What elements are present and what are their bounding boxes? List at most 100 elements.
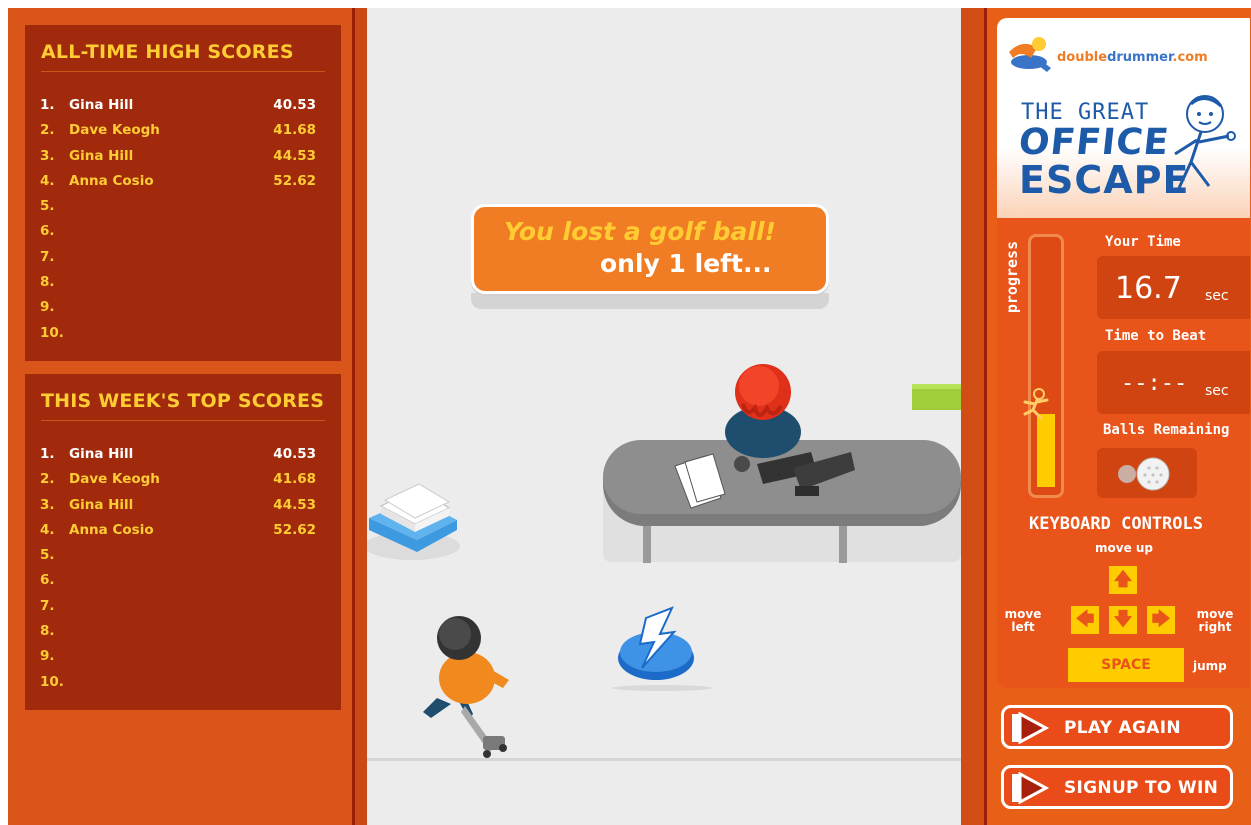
score-name: Gina Hill — [69, 446, 134, 462]
office-desk-icon — [603, 364, 961, 563]
time-to-beat-label: Time to Beat — [1105, 328, 1207, 344]
score-row: 5. — [40, 543, 316, 568]
weekly-title: THIS WEEK'S TOP SCORES — [41, 390, 325, 421]
score-row: 10. — [40, 321, 316, 346]
score-time: 44.53 — [273, 496, 316, 513]
score-row: 9. — [40, 644, 316, 669]
score-row: 7. — [40, 245, 316, 270]
score-rank: 5. — [40, 547, 55, 564]
score-name: Dave Keogh — [69, 122, 160, 139]
golf-balls-icon — [1118, 457, 1170, 491]
score-time: 41.68 — [273, 471, 316, 488]
runner-marker-icon — [1023, 388, 1049, 420]
signup-label: SIGNUP TO WIN — [1064, 778, 1219, 798]
score-name: Gina Hill — [69, 147, 134, 164]
game-logo: doubledrummer.com THE GREAT OFFICE ESCAP… — [997, 18, 1250, 218]
progress-label: progress — [1003, 240, 1021, 314]
score-row: 5. — [40, 194, 316, 219]
score-rank: 2. — [40, 471, 55, 488]
lightning-powerup-icon — [612, 606, 712, 691]
score-name: Gina Hill — [69, 496, 134, 513]
play-again-button[interactable]: PLAY AGAIN — [1001, 705, 1233, 749]
score-time: 40.53 — [273, 97, 316, 113]
floor-line — [367, 758, 961, 761]
score-row: 9. — [40, 295, 316, 320]
time-to-beat-value: --:-- — [1121, 371, 1188, 396]
score-name: Gina Hill — [69, 97, 134, 113]
play-arrow-icon — [1012, 712, 1050, 744]
move-up-label: move up — [1095, 541, 1154, 555]
message-shadow — [471, 293, 829, 309]
score-name: Anna Cosio — [69, 521, 154, 538]
move-right-label: move right — [1196, 607, 1234, 634]
score-row: 6. — [40, 219, 316, 244]
score-time: 44.53 — [273, 147, 316, 164]
message-headline: You lost a golf ball! — [504, 217, 776, 246]
player-character-icon[interactable] — [417, 608, 527, 758]
alltime-scores-box: ALL-TIME HIGH SCORES 1. Gina Hill 40.53 2. D… — [25, 25, 341, 361]
your-time-unit: sec — [1205, 288, 1229, 304]
up-arrow-key: 🡅 — [1109, 566, 1137, 594]
score-rank: 5. — [40, 198, 55, 215]
score-row: 3. Gina Hill 44.53 — [40, 493, 316, 518]
signup-button[interactable]: SIGNUP TO WIN — [1001, 765, 1233, 809]
score-rank: 10. — [40, 673, 64, 690]
score-rank: 8. — [40, 274, 55, 291]
lost-ball-message: You lost a golf ball! only 1 left... — [471, 204, 829, 294]
score-row: 1. Gina Hill 40.53 — [40, 442, 316, 467]
score-row: 2. Dave Keogh 41.68 — [40, 467, 316, 492]
space-key: SPACE — [1068, 648, 1184, 682]
score-row: 8. — [40, 619, 316, 644]
score-rank: 9. — [40, 299, 55, 316]
time-to-beat-unit: sec — [1205, 383, 1229, 399]
your-time-box: 16.7 sec — [1097, 256, 1250, 319]
title-line3: ESCAPE — [1019, 158, 1190, 202]
balls-remaining-label: Balls Remaining — [1103, 422, 1230, 438]
progress-fill — [1037, 414, 1055, 487]
score-row: 10. — [40, 670, 316, 695]
score-time: 41.68 — [273, 122, 316, 139]
paper-tray-icon — [367, 483, 460, 560]
left-divider — [352, 8, 367, 825]
score-rank: 7. — [40, 597, 55, 614]
score-rank: 10. — [40, 324, 64, 341]
sidebar-panel: doubledrummer.com THE GREAT OFFICE ESCAP… — [987, 8, 1251, 825]
stats-panel: progress Your Time 16.7 sec Time to Beat… — [997, 218, 1250, 688]
score-name: Anna Cosio — [69, 172, 154, 189]
score-rank: 6. — [40, 572, 55, 589]
score-rank: 2. — [40, 122, 55, 139]
score-row: 1. Gina Hill 40.53 — [40, 93, 316, 118]
score-row: 8. — [40, 270, 316, 295]
right-divider — [961, 8, 987, 825]
weekly-score-list: 1. Gina Hill 40.53 2. Dave Keogh 41.68 3. Gina … — [40, 442, 316, 695]
stickman-mascot-icon — [1174, 95, 1236, 189]
score-row: 4. Anna Cosio 52.62 — [40, 518, 316, 543]
weekly-scores-box: THIS WEEK'S TOP SCORES 1. Gina Hill 40.53 2… — [25, 374, 341, 710]
move-left-label: move left — [1004, 607, 1042, 634]
down-arrow-key: 🡇 — [1109, 606, 1137, 634]
balls-remaining-box — [1097, 448, 1197, 498]
score-row: 6. — [40, 568, 316, 593]
score-row: 4. Anna Cosio 52.62 — [40, 169, 316, 194]
jump-label: jump — [1193, 659, 1227, 673]
game-canvas[interactable]: You lost a golf ball! only 1 left... — [367, 8, 961, 825]
your-time-value: 16.7 — [1115, 271, 1182, 306]
site-name-part1: double — [1057, 50, 1108, 65]
score-time: 40.53 — [273, 446, 316, 462]
site-name-part3: .com — [1172, 50, 1208, 65]
your-time-label: Your Time — [1105, 234, 1181, 250]
message-subline: only 1 left... — [600, 249, 772, 278]
site-name[interactable]: doubledrummer.com — [1057, 50, 1208, 65]
score-row: 2. Dave Keogh 41.68 — [40, 118, 316, 143]
score-rank: 4. — [40, 521, 55, 538]
score-name: Dave Keogh — [69, 471, 160, 488]
score-row: 7. — [40, 594, 316, 619]
score-rank: 9. — [40, 648, 55, 665]
score-rank: 1. — [40, 446, 55, 462]
score-rank: 6. — [40, 223, 55, 240]
play-again-label: PLAY AGAIN — [1064, 718, 1181, 738]
time-to-beat-box: --:-- sec — [1097, 351, 1250, 414]
score-rank: 7. — [40, 248, 55, 265]
alltime-title: ALL-TIME HIGH SCORES — [41, 41, 325, 72]
score-rank: 3. — [40, 147, 55, 164]
